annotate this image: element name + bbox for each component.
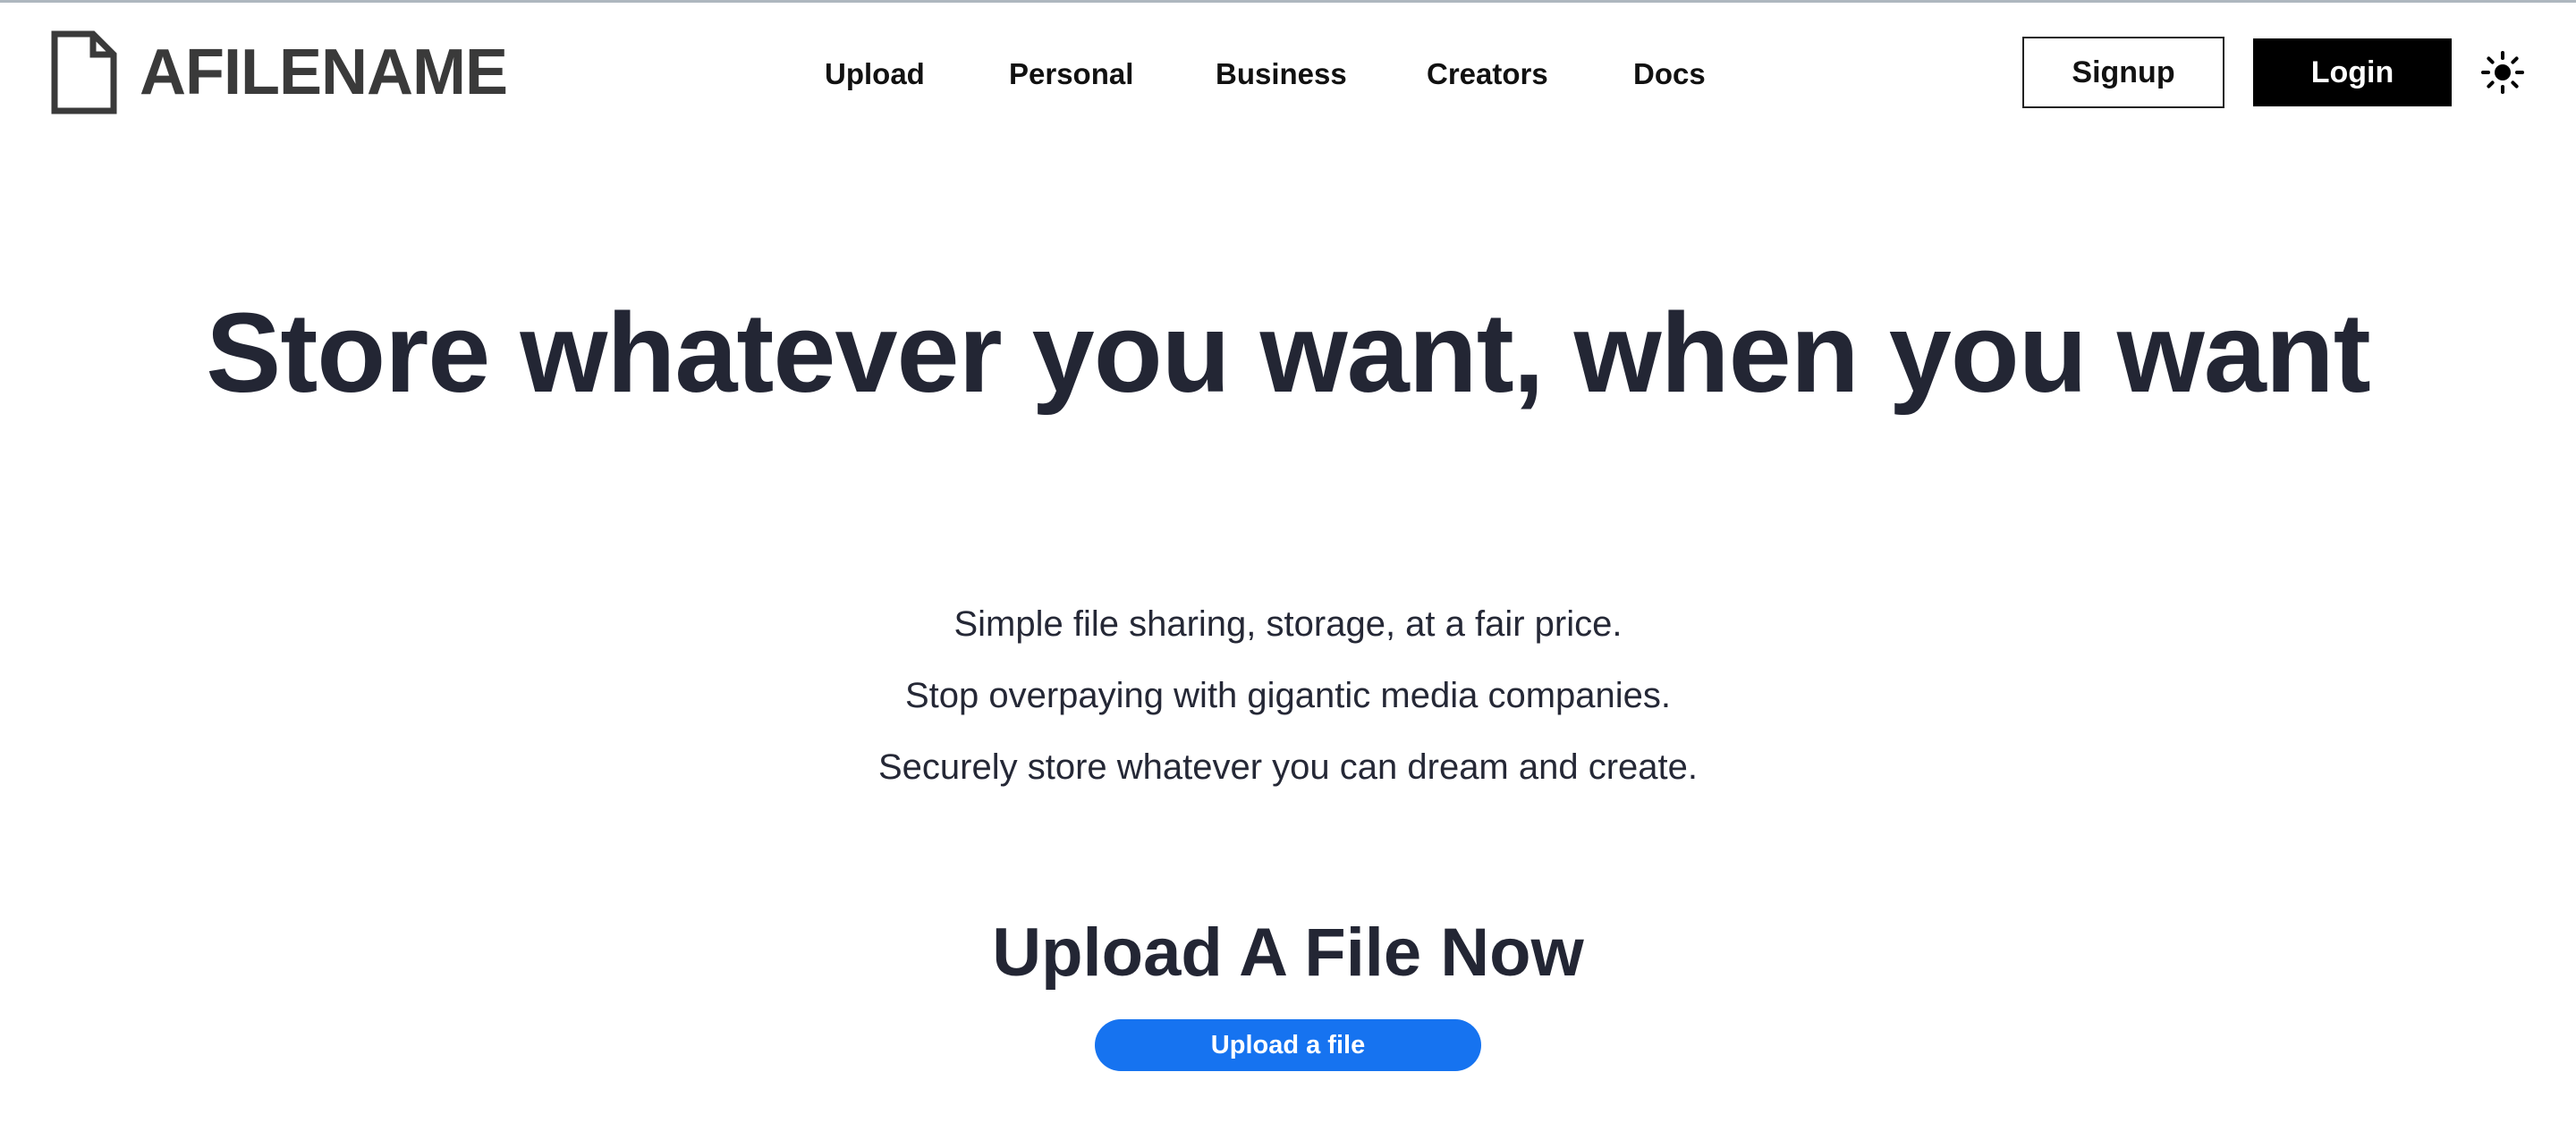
site-header: AFILENAME Upload Personal Business Creat…: [0, 3, 2576, 139]
upload-heading: Upload A File Now: [992, 915, 1584, 991]
upload-file-button[interactable]: Upload a file: [1095, 1019, 1481, 1071]
nav-item-business[interactable]: Business: [1216, 46, 1347, 103]
nav-item-creators[interactable]: Creators: [1427, 46, 1548, 103]
login-button[interactable]: Login: [2253, 38, 2452, 106]
hero-title: Store whatever you want, when you want: [206, 290, 2370, 416]
signup-button[interactable]: Signup: [2022, 37, 2224, 108]
nav-item-upload[interactable]: Upload: [825, 46, 925, 103]
theme-toggle-button[interactable]: [2479, 49, 2526, 96]
tagline-2: Stop overpaying with gigantic media comp…: [904, 676, 1672, 715]
sun-icon: [2481, 51, 2524, 94]
nav-item-personal[interactable]: Personal: [1009, 46, 1133, 103]
tagline-3: Securely store whatever you can dream an…: [877, 747, 1699, 787]
tagline-1: Simple file sharing, storage, at a fair …: [953, 604, 1623, 644]
nav-item-docs[interactable]: Docs: [1633, 46, 1706, 103]
